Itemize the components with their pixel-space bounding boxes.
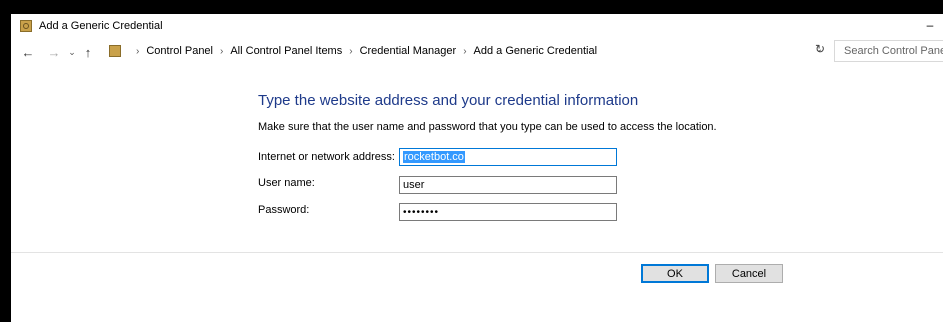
password-field[interactable]: •••••••• bbox=[399, 203, 617, 221]
breadcrumb-separator-icon: › bbox=[349, 45, 353, 57]
page-heading: Type the website address and your creden… bbox=[258, 92, 639, 109]
recent-locations-chevron-icon[interactable]: ⌄ bbox=[67, 47, 77, 58]
address-bar[interactable]: › Control Panel › All Control Panel Item… bbox=[109, 40, 827, 62]
window-title: Add a Generic Credential bbox=[39, 19, 163, 32]
up-arrow-icon[interactable]: ↑ bbox=[81, 45, 95, 60]
username-field[interactable]: user bbox=[399, 176, 617, 194]
screen-edge-top bbox=[0, 0, 943, 14]
address-row: ← → ⌄ ↑ › Control Panel › All Control Pa… bbox=[11, 37, 943, 67]
address-field[interactable]: rocketbot.co bbox=[399, 148, 617, 166]
password-value: •••••••• bbox=[403, 206, 440, 218]
footer-divider bbox=[11, 252, 943, 253]
credential-window: Add a Generic Credential – ← → ⌄ ↑ › Con… bbox=[11, 14, 943, 322]
refresh-icon[interactable]: ↻ bbox=[815, 42, 825, 56]
breadcrumb-separator-icon: › bbox=[463, 45, 467, 57]
minimize-button[interactable]: – bbox=[923, 17, 937, 33]
breadcrumb-all-control-panel-items[interactable]: All Control Panel Items bbox=[230, 45, 342, 57]
page-description: Make sure that the user name and passwor… bbox=[258, 121, 717, 133]
username-label: User name: bbox=[258, 177, 315, 189]
ok-button[interactable]: OK bbox=[641, 264, 709, 283]
title-bar[interactable]: Add a Generic Credential – bbox=[11, 14, 943, 37]
credential-manager-icon bbox=[20, 19, 32, 32]
breadcrumb-separator-icon: › bbox=[136, 45, 140, 57]
back-arrow-icon[interactable]: ← bbox=[21, 45, 35, 60]
breadcrumb-credential-manager[interactable]: Credential Manager bbox=[360, 45, 457, 57]
breadcrumb-control-panel[interactable]: Control Panel bbox=[146, 45, 213, 57]
address-value: rocketbot.co bbox=[403, 151, 465, 163]
username-value: user bbox=[403, 179, 425, 191]
search-input[interactable]: Search Control Panel bbox=[834, 40, 943, 62]
forward-arrow-icon[interactable]: → bbox=[47, 45, 61, 60]
control-panel-icon bbox=[109, 45, 121, 57]
breadcrumb-separator-icon: › bbox=[220, 45, 224, 57]
password-label: Password: bbox=[258, 204, 310, 216]
address-label: Internet or network address: bbox=[258, 151, 395, 163]
cancel-button[interactable]: Cancel bbox=[715, 264, 783, 283]
breadcrumb-add-generic-credential[interactable]: Add a Generic Credential bbox=[474, 45, 598, 57]
screen-edge-left bbox=[0, 14, 11, 322]
